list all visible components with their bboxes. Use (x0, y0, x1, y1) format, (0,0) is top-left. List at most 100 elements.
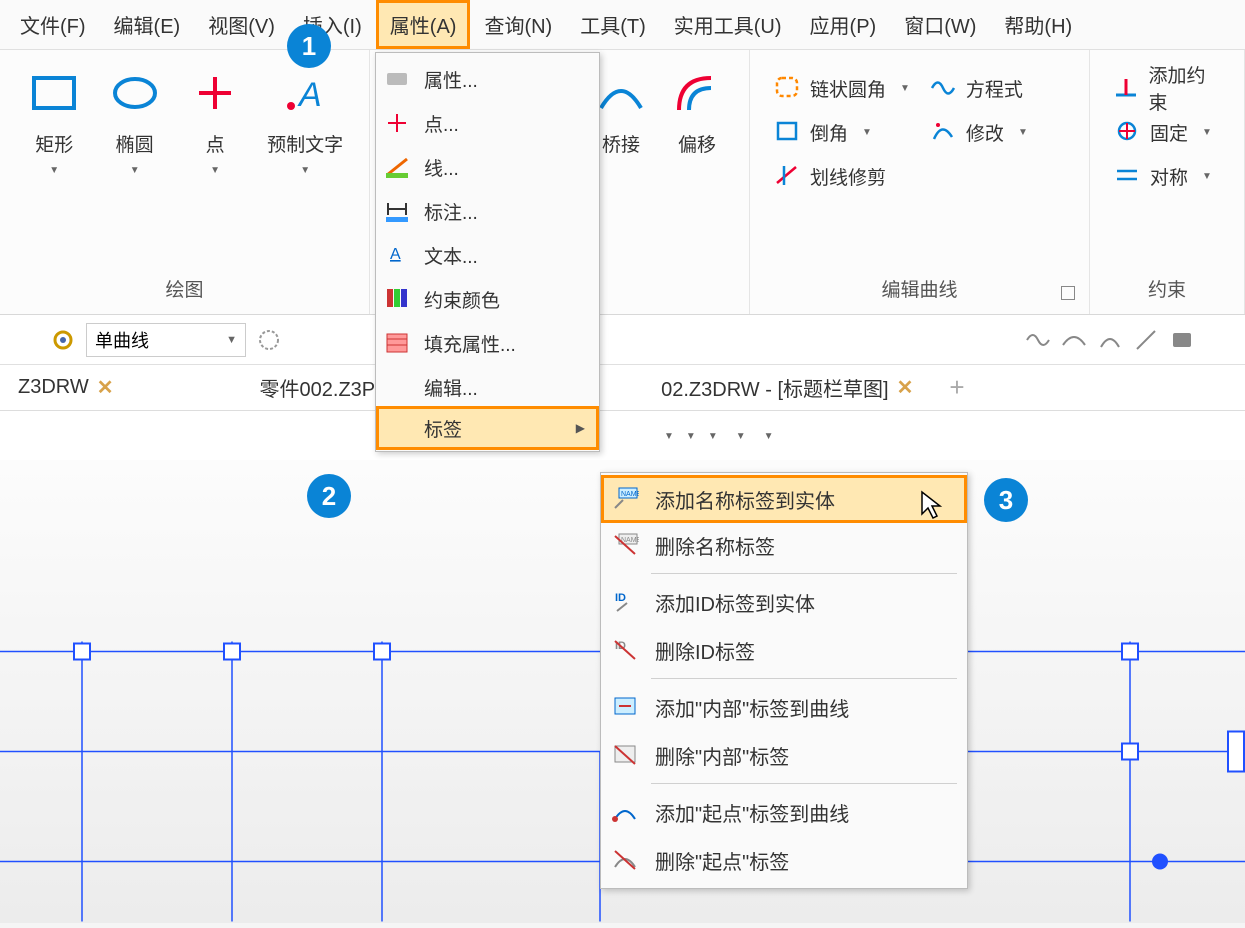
ribbon-addconstraint[interactable]: 添加约束 (1104, 66, 1230, 110)
svg-text:A: A (390, 246, 401, 263)
settings-icon[interactable] (256, 327, 282, 353)
label-submenu: NAME 添加名称标签到实体 NAME 删除名称标签 ID 添加ID标签到实体 … (600, 472, 968, 889)
tab-close-icon[interactable]: ✕ (897, 375, 914, 400)
ribbon-bridge-label: 桥接 (602, 130, 640, 157)
del-start-icon (611, 847, 639, 873)
ribbon-point[interactable]: 点▼ (175, 58, 255, 269)
del-inner-icon (611, 742, 639, 768)
ribbon-rect[interactable]: 矩形▼ (14, 58, 94, 269)
fixed-icon (1114, 119, 1140, 145)
ribbon-ellipse-label: 椭圆 (116, 130, 154, 157)
ribbon-rect-label: 矩形 (35, 130, 73, 157)
expand-icon[interactable] (1061, 286, 1075, 300)
book-icon[interactable] (1169, 327, 1195, 353)
ribbon-group-editcurve: 编辑曲线 (764, 269, 1075, 312)
dropdown-label[interactable]: 标签 ▶ (376, 406, 599, 450)
ribbon-addconstraint-label: 添加约束 (1148, 61, 1220, 115)
tab-close-icon[interactable]: ✕ (97, 375, 114, 400)
submenu-del-name-label[interactable]: NAME 删除名称标签 (601, 521, 967, 569)
dropdown-line[interactable]: 线... (376, 145, 599, 189)
tab-new[interactable]: + (931, 372, 982, 403)
dropdown-dimension[interactable]: 标注... (376, 189, 599, 233)
ellipse-icon (109, 68, 161, 120)
line-icon[interactable] (1133, 327, 1159, 353)
submenu-add-id-label[interactable]: ID 添加ID标签到实体 (601, 578, 967, 626)
modify-icon (930, 119, 956, 145)
wave2-icon[interactable] (1061, 327, 1087, 353)
text-attr-icon: A (384, 243, 410, 267)
ribbon-point-label: 点 (206, 130, 225, 157)
ribbon: 矩形▼ 椭圆▼ 点▼ A 预制文字▼ 绘图 桥接 (0, 50, 1245, 315)
ribbon-ellipse[interactable]: 椭圆▼ (94, 58, 174, 269)
ribbon-fixed-label: 固定 (1150, 119, 1188, 146)
add-start-icon (611, 799, 639, 825)
submenu-del-inner-label[interactable]: 删除"内部"标签 (601, 731, 967, 779)
del-name-icon: NAME (611, 532, 639, 558)
ribbon-symmetry-label: 对称 (1150, 163, 1188, 190)
menu-view[interactable]: 视图(V) (194, 0, 289, 49)
menu-edit[interactable]: 编辑(E) (100, 0, 195, 49)
submenu-add-name-label[interactable]: NAME 添加名称标签到实体 (601, 475, 967, 523)
tab-titleblock[interactable]: 02.Z3DRW - [标题栏草图]✕ (643, 373, 931, 402)
document-tabs: Z3DRW✕ 零件002.Z3P 02.Z3DRW - [标题栏草图]✕ + (0, 365, 1245, 411)
menu-attributes[interactable]: 属性(A) (376, 0, 471, 49)
ribbon-chainfillet[interactable]: 链状圆角▼ (764, 66, 920, 110)
rect-icon (28, 68, 80, 120)
addconstraint-icon (1114, 75, 1138, 101)
menu-help[interactable]: 帮助(H) (990, 0, 1086, 49)
arc-icon[interactable] (1097, 327, 1123, 353)
ribbon-equation[interactable]: 方程式 (920, 66, 1038, 110)
dropdown-point[interactable]: 点... (376, 101, 599, 145)
equation-icon (930, 75, 956, 101)
ribbon-chainfillet-label: 链状圆角 (810, 75, 886, 102)
tab-z3drw[interactable]: Z3DRW✕ (0, 375, 132, 400)
ribbon-group-constraint: 约束 (1104, 269, 1230, 312)
curve-select[interactable]: 单曲线▼ (86, 323, 246, 357)
callout-badge-2: 2 (307, 474, 351, 518)
symmetry-icon (1114, 163, 1140, 189)
menu-query[interactable]: 查询(N) (470, 0, 566, 49)
dimension-attr-icon (384, 199, 410, 223)
dropdown-properties[interactable]: 属性... (376, 57, 599, 101)
submenu-separator (651, 783, 957, 784)
ribbon-pretext[interactable]: A 预制文字▼ (255, 58, 355, 269)
submenu-separator (651, 678, 957, 679)
menu-tool[interactable]: 工具(T) (566, 0, 660, 49)
add-name-icon: NAME (611, 486, 639, 512)
dropdown-constraint-color[interactable]: 约束颜色 (376, 277, 599, 321)
point-icon (189, 68, 241, 120)
quick-toolbar: 单曲线▼ (0, 315, 1245, 365)
fill-attr-icon (384, 331, 410, 355)
menu-bar: 文件(F) 编辑(E) 视图(V) 插入(I) 属性(A) 查询(N) 工具(T… (0, 0, 1245, 50)
menu-file[interactable]: 文件(F) (6, 0, 100, 49)
submenu-arrow-icon: ▶ (576, 421, 585, 435)
ribbon-pretext-label: 预制文字 (267, 130, 343, 157)
svg-text:ID: ID (615, 592, 626, 604)
submenu-separator (651, 573, 957, 574)
ribbon-offset[interactable]: 偏移 (659, 58, 735, 269)
ribbon-trimline[interactable]: 划线修剪 (764, 154, 920, 198)
gear-icon[interactable] (50, 327, 76, 353)
dropdown-fill-attr[interactable]: 填充属性... (376, 321, 599, 365)
tab-part002[interactable]: 零件002.Z3P (242, 373, 394, 402)
submenu-del-id-label[interactable]: ID 删除ID标签 (601, 626, 967, 674)
menu-utility[interactable]: 实用工具(U) (660, 0, 796, 49)
chamfer-icon (774, 119, 800, 145)
dropdown-edit[interactable]: 编辑... (376, 365, 599, 409)
submenu-add-inner-label[interactable]: 添加"内部"标签到曲线 (601, 683, 967, 731)
ribbon-chamfer-label: 倒角 (810, 119, 848, 146)
menu-app[interactable]: 应用(P) (796, 0, 891, 49)
ribbon-modify[interactable]: 修改▼ (920, 110, 1038, 154)
submenu-del-start-label[interactable]: 删除"起点"标签 (601, 836, 967, 884)
menu-window[interactable]: 窗口(W) (890, 0, 990, 49)
trimline-icon (774, 163, 800, 189)
wave1-icon[interactable] (1025, 327, 1051, 353)
ribbon-chamfer[interactable]: 倒角▼ (764, 110, 920, 154)
ribbon-fixed[interactable]: 固定▼ (1104, 110, 1230, 154)
ribbon-symmetry[interactable]: 对称▼ (1104, 154, 1230, 198)
point-attr-icon (384, 111, 410, 135)
dropdown-text[interactable]: A 文本... (376, 233, 599, 277)
pretext-icon: A (279, 68, 331, 120)
properties-icon (384, 67, 410, 91)
submenu-add-start-label[interactable]: 添加"起点"标签到曲线 (601, 788, 967, 836)
